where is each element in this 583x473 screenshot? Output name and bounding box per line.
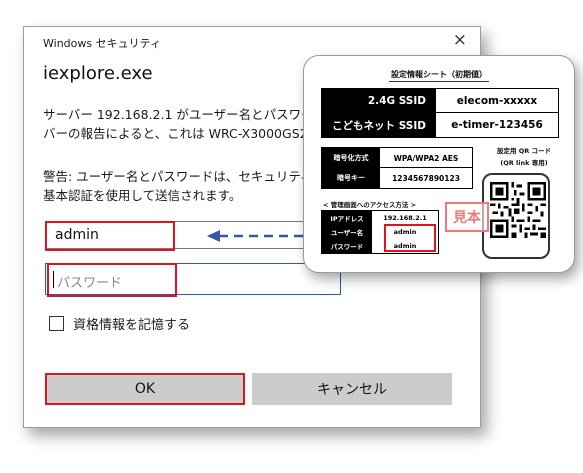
cancel-button[interactable]: キャンセル	[252, 373, 452, 405]
dashed-arrow-icon	[207, 230, 313, 242]
credentials-highlight-box	[384, 224, 436, 252]
ssid-row: こどもネット SSID e-timer-123456	[322, 113, 558, 137]
username-highlight-box	[45, 221, 175, 251]
app-title: iexplore.exe	[43, 63, 153, 84]
password-highlight-box	[47, 263, 177, 297]
enc-value: WPA/WPA2 AES	[393, 153, 459, 163]
sample-stamp: 見本	[445, 202, 489, 232]
access-label: パスワード	[322, 239, 372, 253]
ssid-value: elecom-xxxxx	[456, 95, 538, 107]
ssid-label: 2.4G SSID	[322, 89, 436, 113]
qr-label-line2: (QR link 専用)	[500, 159, 548, 167]
ssid-row: 2.4G SSID elecom-xxxxx	[322, 89, 558, 113]
qr-label: 設定用 QR コード (QR link 専用)	[484, 145, 564, 169]
remember-label: 資格情報を記憶する	[73, 318, 191, 333]
title-bar: Windows セキュリティ ×	[24, 27, 480, 57]
enc-value: 1234567890123	[392, 173, 460, 183]
window-title: Windows セキュリティ	[43, 37, 161, 50]
close-icon[interactable]: ×	[453, 30, 467, 50]
ok-button[interactable]: OK	[45, 373, 245, 405]
access-label: ユーザー名	[322, 225, 372, 239]
title-underline	[389, 81, 489, 82]
ssid-label: こどもネット SSID	[322, 113, 436, 137]
access-title: < 管理画面へのアクセス方法 >	[323, 201, 417, 209]
settings-info-card: 設定情報シート（初期値） 2.4G SSID elecom-xxxxx こどもネ…	[303, 55, 575, 273]
qr-label-line1: 設定用 QR コード	[496, 147, 552, 155]
remember-checkbox[interactable]	[49, 316, 64, 331]
access-value: 192.168.2.1	[383, 214, 427, 222]
enc-label: 暗号キー	[322, 168, 380, 188]
enc-label: 暗号化方式	[322, 148, 380, 168]
qr-code-icon	[490, 182, 546, 238]
ssid-table: 2.4G SSID elecom-xxxxx こどもネット SSID e-tim…	[321, 88, 559, 138]
ssid-value: e-timer-123456	[451, 119, 543, 131]
encryption-table: 暗号化方式 WPA/WPA2 AES 暗号キー 1234567890123	[321, 147, 473, 189]
access-label: IPアドレス	[322, 211, 372, 225]
card-title: 設定情報シート（初期値）	[391, 70, 487, 79]
